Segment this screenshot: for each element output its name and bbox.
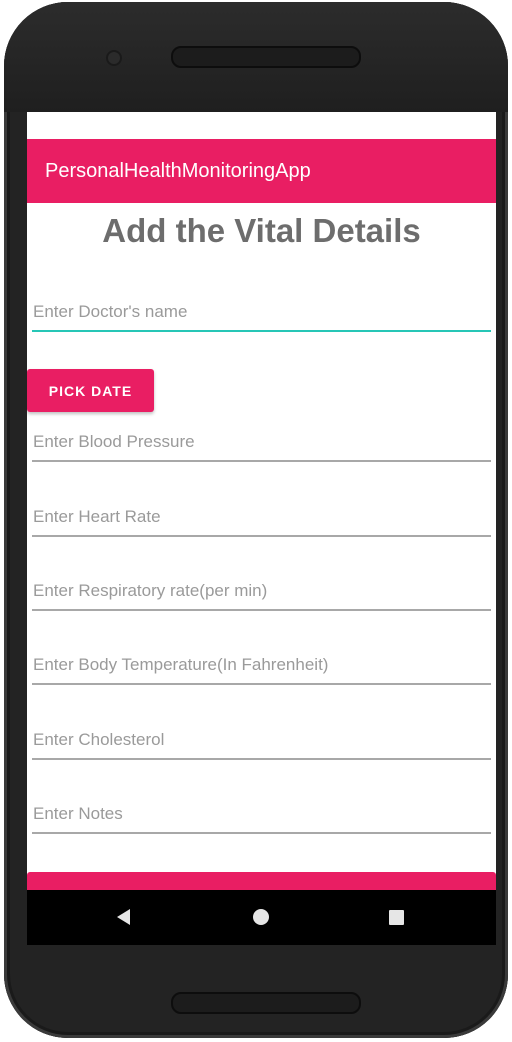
pick-date-button[interactable]: PICK DATE bbox=[27, 369, 154, 412]
doctor-name-input[interactable] bbox=[32, 298, 491, 332]
back-icon[interactable] bbox=[117, 909, 130, 925]
status-bar bbox=[27, 112, 496, 139]
cholesterol-input[interactable] bbox=[32, 726, 491, 760]
app-screen: PersonalHealthMonitoringApp Add the Vita… bbox=[27, 112, 496, 945]
home-icon[interactable] bbox=[253, 909, 269, 925]
app-bar: PersonalHealthMonitoringApp bbox=[27, 139, 496, 203]
recents-icon[interactable] bbox=[389, 910, 404, 925]
blood-pressure-input[interactable] bbox=[32, 428, 491, 462]
front-camera-icon bbox=[108, 52, 120, 64]
body-temperature-input[interactable] bbox=[32, 651, 491, 685]
respiratory-rate-input[interactable] bbox=[32, 577, 491, 611]
bottom-speaker bbox=[171, 992, 361, 1014]
app-title: PersonalHealthMonitoringApp bbox=[45, 160, 311, 182]
notes-input[interactable] bbox=[32, 800, 491, 834]
heart-rate-input[interactable] bbox=[32, 503, 491, 537]
page-heading: Add the Vital Details bbox=[102, 212, 421, 249]
system-nav-bar bbox=[27, 890, 496, 945]
earpiece-speaker bbox=[171, 46, 361, 68]
